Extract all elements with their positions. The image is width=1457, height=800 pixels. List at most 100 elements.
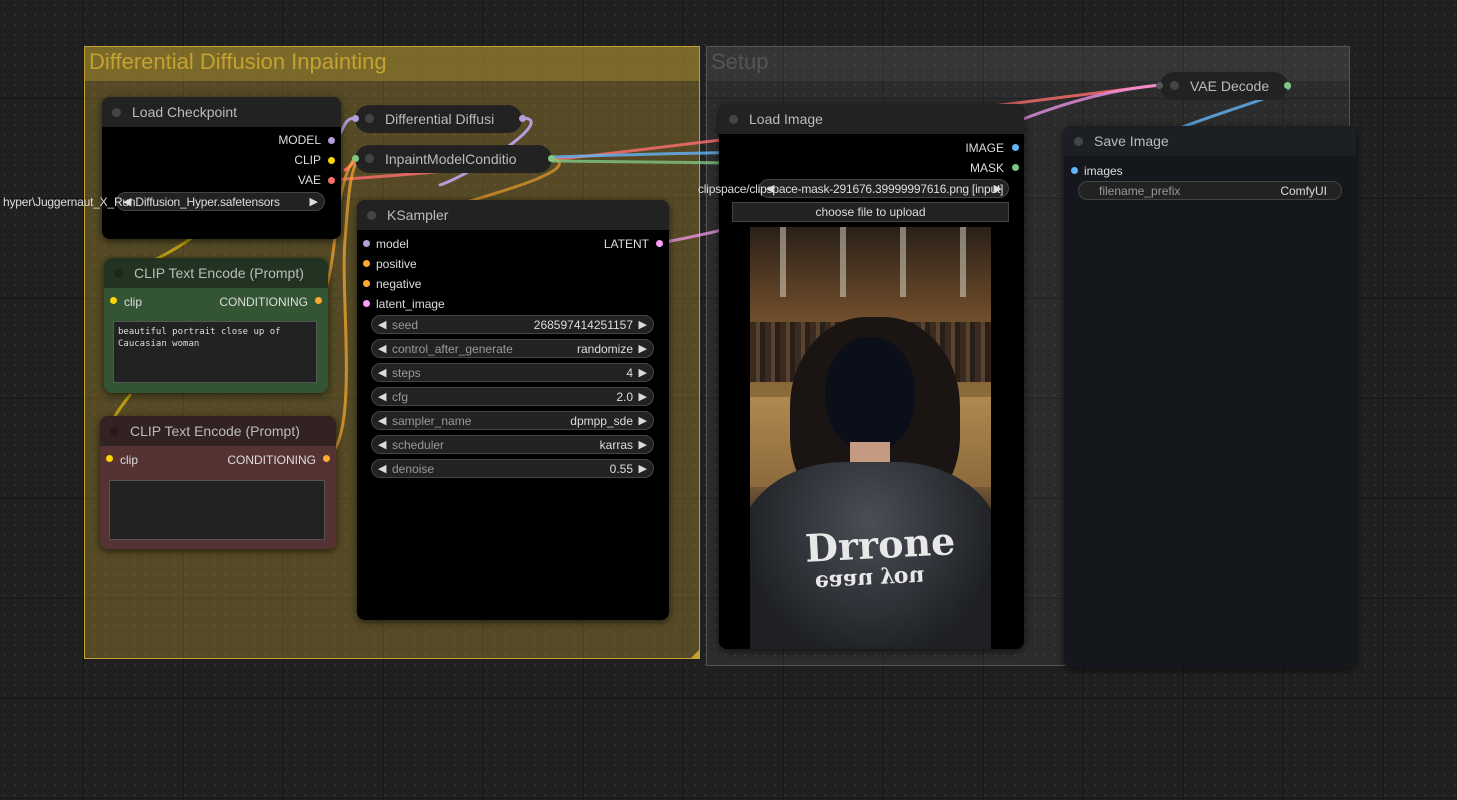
conditioning-output-dot[interactable] xyxy=(315,297,322,304)
positive-input-dot[interactable] xyxy=(363,260,370,267)
image-filename: clipspace/clipspace-mask-291676.39999997… xyxy=(698,182,1004,196)
node-inpaint-model-conditioning[interactable]: InpaintModelConditio xyxy=(352,145,555,173)
widget-value: dpmpp_sde xyxy=(570,414,633,428)
node-clip-text-encode-negative[interactable]: CLIP Text Encode (Prompt) clip CONDITION… xyxy=(100,416,336,549)
decrement-arrow[interactable]: ◀ xyxy=(378,414,386,427)
decrement-arrow[interactable]: ◀ xyxy=(378,390,386,403)
widget-label: sampler_name xyxy=(392,414,472,428)
latent-output-label: LATENT xyxy=(603,237,649,251)
widget-label: scheduler xyxy=(392,438,445,452)
widget-value: ComfyUI xyxy=(1280,184,1327,198)
decrement-arrow[interactable]: ◀ xyxy=(378,342,386,355)
node-status-dot xyxy=(365,154,374,163)
clip-output-label: CLIP xyxy=(294,153,321,167)
node-title: InpaintModelConditio xyxy=(385,151,517,167)
group-resize-handle[interactable] xyxy=(690,649,700,659)
node-load-image[interactable]: Load Image IMAGE MASK ◀ clipspace/clipsp… xyxy=(698,104,1024,649)
increment-arrow[interactable]: ▶ xyxy=(639,390,647,403)
clip-input-label: clip xyxy=(124,295,143,309)
conditioning-output-dot[interactable] xyxy=(323,455,330,462)
inputs-dot[interactable] xyxy=(352,155,359,162)
prompt-textarea[interactable]: beautiful portrait close up of Caucasian… xyxy=(113,321,317,383)
upload-button[interactable]: choose file to upload xyxy=(732,202,1009,222)
node-differential-diffusion[interactable]: Differential Diffusi xyxy=(352,105,526,133)
widget-label: filename_prefix xyxy=(1099,184,1181,198)
ceiling-lights xyxy=(750,227,991,297)
prompt-textarea[interactable] xyxy=(109,480,325,540)
node-clip-text-encode-positive[interactable]: CLIP Text Encode (Prompt) clip CONDITION… xyxy=(104,258,328,393)
image-output-dot[interactable] xyxy=(1012,144,1019,151)
increment-arrow[interactable]: ▶ xyxy=(639,414,647,427)
clip-input-label: clip xyxy=(120,453,139,467)
sampler-name-widget[interactable]: ◀ sampler_name dpmpp_sde ▶ xyxy=(371,411,654,430)
cfg-widget[interactable]: ◀ cfg 2.0 ▶ xyxy=(371,387,654,406)
latent-image-input-label: latent_image xyxy=(376,297,445,311)
latent-output-dot[interactable] xyxy=(656,240,663,247)
clip-input-dot[interactable] xyxy=(106,455,113,462)
conditioning-output-label: CONDITIONING xyxy=(227,453,316,467)
clip-output-dot[interactable] xyxy=(328,157,335,164)
images-input-dot[interactable] xyxy=(1071,167,1078,174)
combo-next-arrow[interactable]: ▶ xyxy=(994,182,1002,195)
node-vae-decode[interactable]: VAE Decode xyxy=(1156,72,1291,100)
vae-decode-output-dot[interactable] xyxy=(1284,82,1291,89)
masked-face xyxy=(825,337,915,452)
jersey-text-1: Drrone xyxy=(803,518,957,571)
increment-arrow[interactable]: ▶ xyxy=(639,462,647,475)
negative-input-dot[interactable] xyxy=(363,280,370,287)
control-after-generate-widget[interactable]: ◀ control_after_generate randomize ▶ xyxy=(371,339,654,358)
node-status-dot xyxy=(110,427,119,436)
increment-arrow[interactable]: ▶ xyxy=(639,318,647,331)
widget-value: 268597414251157 xyxy=(533,318,633,332)
decrement-arrow[interactable]: ◀ xyxy=(378,366,386,379)
model-output-label: MODEL xyxy=(278,133,321,147)
node-status-dot xyxy=(1170,81,1179,90)
node-title: Load Image xyxy=(749,111,823,127)
conditioning-output-label: CONDITIONING xyxy=(219,295,308,309)
image-select-combo[interactable]: ◀ clipspace/clipspace-mask-291676.399999… xyxy=(698,179,1009,198)
vae-decode-input-dot[interactable] xyxy=(1156,82,1163,89)
image-preview: Drrone eaau you xyxy=(750,227,991,649)
combo-next-arrow[interactable]: ▶ xyxy=(310,195,318,208)
decrement-arrow[interactable]: ◀ xyxy=(378,438,386,451)
negative-input-label: negative xyxy=(376,277,422,291)
seed-widget[interactable]: ◀ seed 268597414251157 ▶ xyxy=(371,315,654,334)
filename-prefix-field[interactable]: filename_prefix ComfyUI xyxy=(1078,181,1342,200)
mask-output-dot[interactable] xyxy=(1012,164,1019,171)
model-output-dot[interactable] xyxy=(328,137,335,144)
increment-arrow[interactable]: ▶ xyxy=(639,438,647,451)
widget-label: denoise xyxy=(392,462,435,476)
model-input-dot[interactable] xyxy=(363,240,370,247)
latent-image-input-dot[interactable] xyxy=(363,300,370,307)
widget-value: 0.55 xyxy=(609,462,633,476)
model-input-dot[interactable] xyxy=(352,115,359,122)
node-status-dot xyxy=(729,115,738,124)
node-title: VAE Decode xyxy=(1190,78,1270,94)
model-output-dot[interactable] xyxy=(519,115,526,122)
widget-value: karras xyxy=(599,438,633,452)
node-status-dot xyxy=(367,211,376,220)
node-ksampler[interactable]: KSampler model positive negative latent_… xyxy=(357,200,669,620)
node-load-checkpoint[interactable]: Load Checkpoint MODEL CLIP VAE ◀ ▶ xyxy=(102,97,341,239)
outputs-dot[interactable] xyxy=(548,155,555,162)
model-input-label: model xyxy=(376,237,409,251)
widget-label: cfg xyxy=(392,390,409,404)
steps-widget[interactable]: ◀ steps 4 ▶ xyxy=(371,363,654,382)
node-title: CLIP Text Encode (Prompt) xyxy=(130,423,300,439)
image-output-label: IMAGE xyxy=(965,141,1004,155)
node-title: CLIP Text Encode (Prompt) xyxy=(134,265,304,281)
node-save-image[interactable]: Save Image images filename_prefix ComfyU… xyxy=(1064,126,1356,668)
images-input-label: images xyxy=(1084,164,1123,178)
node-status-dot xyxy=(114,269,123,278)
increment-arrow[interactable]: ▶ xyxy=(639,366,647,379)
node-title: Save Image xyxy=(1094,133,1169,149)
denoise-widget[interactable]: ◀ denoise 0.55 ▶ xyxy=(371,459,654,478)
ckpt-name-value: hyper\Juggernaut_X_RunDiffusion_Hyper.sa… xyxy=(3,195,280,209)
decrement-arrow[interactable]: ◀ xyxy=(378,462,386,475)
increment-arrow[interactable]: ▶ xyxy=(639,342,647,355)
scheduler-widget[interactable]: ◀ scheduler karras ▶ xyxy=(371,435,654,454)
clip-input-dot[interactable] xyxy=(110,297,117,304)
vae-output-dot[interactable] xyxy=(328,177,335,184)
node-status-dot xyxy=(1074,137,1083,146)
decrement-arrow[interactable]: ◀ xyxy=(378,318,386,331)
